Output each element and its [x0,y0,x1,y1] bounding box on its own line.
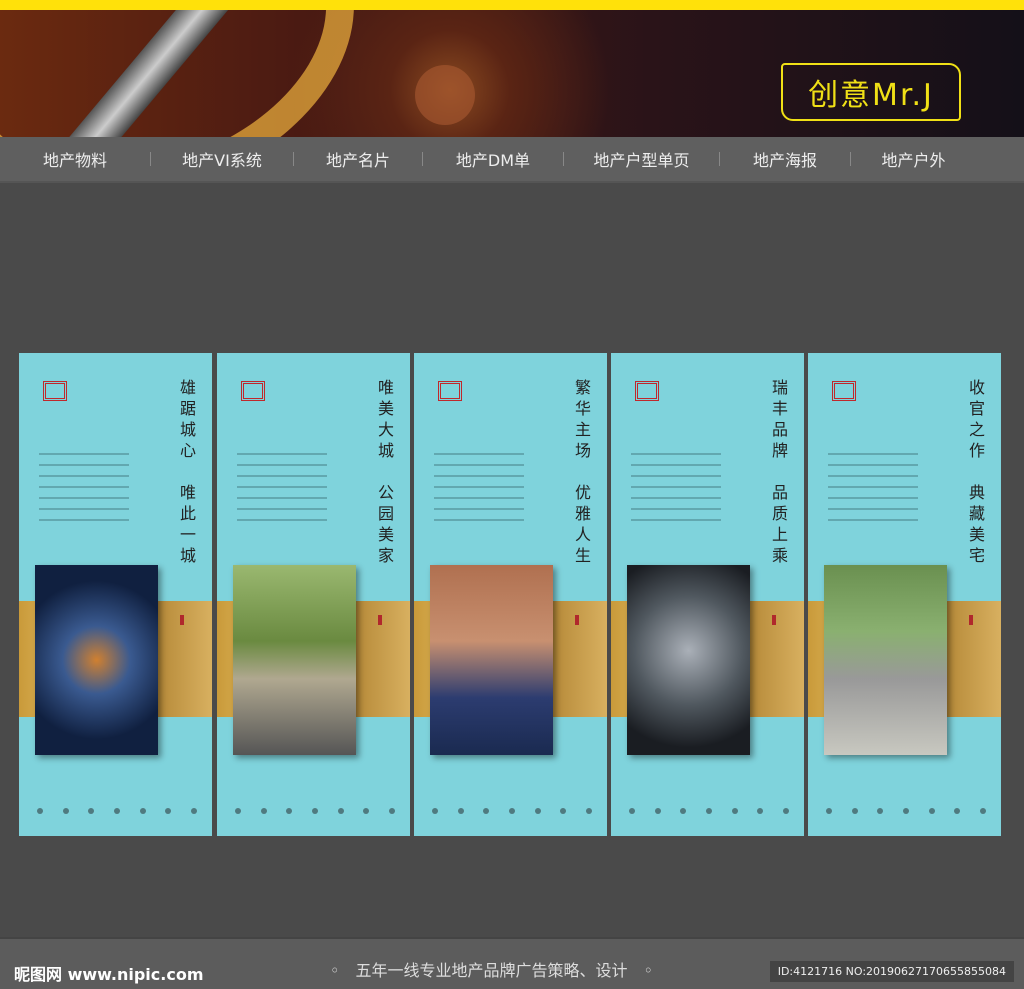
poster-photo-clock-leopard [627,565,750,755]
body-text-lines [434,453,524,530]
partner-icon [286,808,293,814]
partner-icon [954,808,961,814]
partner-icon [902,808,909,814]
poster-photo-couple-cycling [233,565,356,755]
partner-icon [165,808,172,814]
partner-icon [705,808,712,814]
partner-icon [88,808,95,814]
partner-icon [680,808,687,814]
poster-panel[interactable]: 瑞丰品牌 品质上乘 [611,353,804,836]
nav-item-vi[interactable]: 地产VI系统 [151,147,293,171]
poster-panel[interactable]: 唯美大城 公园美家 [217,353,410,836]
poster-photo-schoolchildren [430,565,553,755]
partner-icon [139,808,146,814]
body-text-lines [39,453,129,530]
red-seal-icon [180,615,184,625]
red-seal-icon [772,615,776,625]
partner-icon [363,808,370,814]
poster-panel[interactable]: 雄踞城心 唯此一城 [19,353,212,836]
partner-icon [560,808,567,814]
nav-item-cards[interactable]: 地产名片 [294,147,422,171]
brand-mark-icon [635,381,659,401]
partner-icon [851,808,858,814]
brand-mark-icon [241,381,265,401]
image-id: ID:4121716 NO:20190627170655855084 [769,961,1014,982]
partner-icon [235,808,241,814]
partner-icons [432,808,592,814]
poster-panel[interactable]: 繁华主场 优雅人生 [414,353,607,836]
brand-logo[interactable]: 创意Mr.J [781,63,961,121]
partner-icon [432,808,438,814]
poster-title: 唯美大城 公园美家 [375,379,394,568]
partner-icon [654,808,661,814]
header-banner: 创意Mr.J [0,10,1024,137]
partner-icon [877,808,884,814]
footer: 昵图网 www.nipic.com ◦ 五年一线专业地产品牌广告策略、设计 ◦ … [0,937,1024,989]
nav-item-floorplan[interactable]: 地产户型单页 [564,147,719,171]
partner-icons [235,808,395,814]
partner-icon [388,808,395,814]
slogan: ◦ 五年一线专业地产品牌广告策略、设计 ◦ [330,961,653,980]
brand-mark-icon [43,381,67,401]
partner-icons [826,808,986,814]
nav-item-dm[interactable]: 地产DM单 [423,147,563,171]
partner-icon [508,808,515,814]
poster-title: 雄踞城心 唯此一城 [177,379,196,568]
partner-icon [457,808,464,814]
category-nav: 地产物料 地产VI系统 地产名片 地产DM单 地产户型单页 地产海报 地产户外 [0,137,1024,183]
nav-item-posters[interactable]: 地产海报 [720,147,850,171]
site-watermark[interactable]: 昵图网 www.nipic.com [14,961,204,985]
red-seal-icon [969,615,973,625]
brand-mark-icon [832,381,856,401]
poster-panel[interactable]: 收官之作 典藏美宅 [808,353,1001,836]
poster-photo-highway-interchange [35,565,158,755]
partner-icon [585,808,592,814]
partner-icon [260,808,267,814]
partner-icon [757,808,764,814]
poster-title: 瑞丰品牌 品质上乘 [769,379,788,568]
partner-icon [37,808,43,814]
partner-icon [483,808,490,814]
body-text-lines [631,453,721,530]
poster-title: 收官之作 典藏美宅 [966,379,985,568]
partner-icon [731,808,738,814]
partner-icon [534,808,541,814]
body-text-lines [237,453,327,530]
partner-icon [190,808,197,814]
partner-icon [928,808,935,814]
partner-icon [629,808,635,814]
partner-icon [62,808,69,814]
nav-item-materials[interactable]: 地产物料 [0,147,150,171]
partner-icon [782,808,789,814]
partner-icon [337,808,344,814]
top-accent-bar [0,0,1024,10]
poster-photo-elderly-family [824,565,947,755]
partner-icon [826,808,832,814]
red-seal-icon [378,615,382,625]
red-seal-icon [575,615,579,625]
nav-item-outdoor[interactable]: 地产户外 [851,147,976,171]
brand-mark-icon [438,381,462,401]
partner-icon [979,808,986,814]
partner-icon [311,808,318,814]
partner-icons [37,808,197,814]
partner-icons [629,808,789,814]
partner-icon [113,808,120,814]
poster-title: 繁华主场 优雅人生 [572,379,591,568]
body-text-lines [828,453,918,530]
